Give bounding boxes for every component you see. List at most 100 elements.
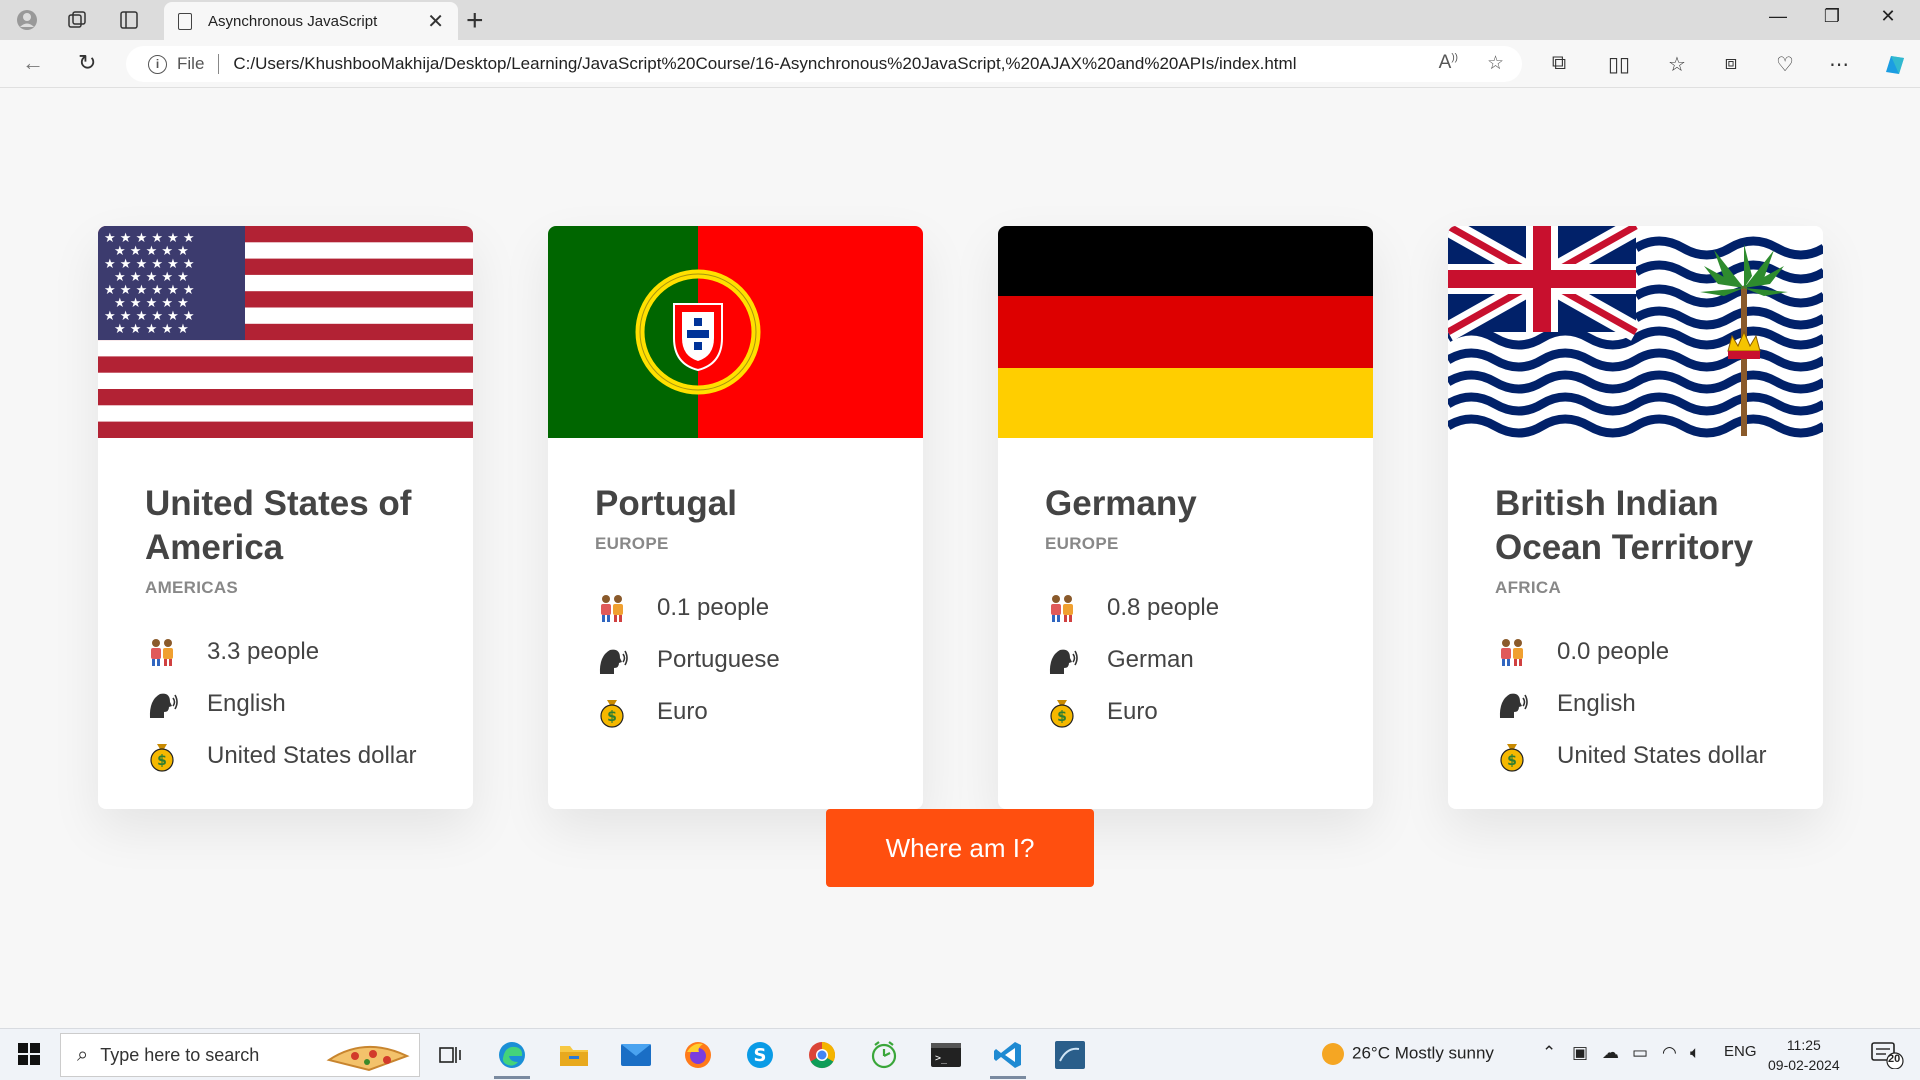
- read-aloud-icon[interactable]: A)): [1439, 52, 1458, 74]
- country-card: ★ ★ ★ ★ ★ ★ ★ ★ ★ ★ ★ ★ ★ ★ ★ ★ ★ ★ ★ ★ ★ …: [98, 226, 473, 809]
- document-icon: [178, 12, 192, 30]
- task-view-icon[interactable]: [430, 1037, 470, 1073]
- currency-row: $ United States dollar: [145, 730, 426, 782]
- currency-row: $ United States dollar: [1495, 730, 1776, 782]
- mail-icon[interactable]: [616, 1037, 656, 1073]
- currency-value: Euro: [657, 698, 708, 725]
- speaking-head-icon: [1045, 643, 1079, 677]
- svg-text:>_: >_: [935, 1053, 948, 1064]
- population-value: 3.3 people: [207, 638, 320, 665]
- currency-value: Euro: [1107, 698, 1158, 725]
- address-bar[interactable]: i File C:/Users/KhushbooMakhija/Desktop/…: [126, 46, 1522, 82]
- currency-value: United States dollar: [1557, 742, 1767, 769]
- refresh-icon[interactable]: ↻: [78, 50, 96, 76]
- country-region: AMERICAS: [145, 578, 239, 597]
- germany-flag: [998, 226, 1373, 438]
- back-icon[interactable]: ←: [22, 50, 44, 76]
- firefox-icon[interactable]: [678, 1037, 718, 1073]
- favorites-icon[interactable]: ☆: [1662, 52, 1692, 77]
- close-tab-icon[interactable]: ✕: [427, 9, 444, 34]
- weather-text: 26°C Mostly sunny: [1352, 1043, 1494, 1063]
- language-row: Portuguese: [595, 634, 876, 686]
- meet-now-icon[interactable]: ▣: [1572, 1043, 1588, 1063]
- language-value: English: [207, 690, 286, 717]
- url-divider: [218, 54, 220, 74]
- browser-tab[interactable]: Asynchronous JavaScript ✕: [164, 2, 458, 40]
- search-placeholder: Type here to search: [100, 1044, 260, 1065]
- browser-essentials-icon[interactable]: ♡: [1770, 52, 1800, 77]
- clock-time: 11:25: [1786, 1037, 1821, 1053]
- new-tab-button[interactable]: +: [466, 4, 484, 38]
- wifi-icon[interactable]: ◠: [1662, 1043, 1677, 1063]
- taskbar-search-box[interactable]: ⌕ Type here to search: [60, 1033, 420, 1077]
- country-region: EUROPE: [1045, 534, 1119, 553]
- windows-start-icon[interactable]: [18, 1043, 40, 1070]
- system-clock[interactable]: 11:25 09-02-2024: [1768, 1035, 1840, 1075]
- weather-widget[interactable]: 26°C Mostly sunny: [1322, 1043, 1494, 1065]
- country-card: British Indian Ocean Territory AFRICA 0.…: [1448, 226, 1823, 809]
- workspaces-icon[interactable]: [64, 8, 90, 32]
- svg-text:$: $: [157, 753, 167, 769]
- svg-text:$: $: [1057, 709, 1067, 725]
- population-value: 0.0 people: [1557, 638, 1670, 665]
- population-value: 0.8 people: [1107, 594, 1220, 621]
- close-window-icon[interactable]: ✕: [1868, 6, 1908, 27]
- language-row: English: [1495, 678, 1776, 730]
- file-explorer-icon[interactable]: [554, 1037, 594, 1073]
- speaking-head-icon: [595, 643, 629, 677]
- collections-icon[interactable]: ⧈: [1716, 52, 1746, 75]
- clock-app-icon[interactable]: [864, 1037, 904, 1073]
- terminal-icon[interactable]: >_: [926, 1037, 966, 1073]
- country-region: EUROPE: [595, 534, 669, 553]
- clock-date: 09-02-2024: [1768, 1057, 1840, 1073]
- skype-icon[interactable]: S: [740, 1037, 780, 1073]
- chrome-icon[interactable]: [802, 1037, 842, 1073]
- tab-actions-icon[interactable]: [116, 8, 142, 32]
- speaking-head-icon: [145, 687, 179, 721]
- country-name: Germany: [1045, 484, 1197, 523]
- svg-text:$: $: [1507, 753, 1517, 769]
- maximize-icon[interactable]: ❐: [1812, 6, 1852, 27]
- language-value: German: [1107, 646, 1194, 673]
- portugal-flag: [548, 226, 923, 438]
- search-icon: ⌕: [77, 1043, 89, 1066]
- people-icon: [595, 591, 629, 625]
- country-card: Germany EUROPE 0.8 people German $ Euro: [998, 226, 1373, 809]
- money-bag-icon: $: [1495, 739, 1529, 773]
- input-language[interactable]: ENG: [1724, 1043, 1757, 1060]
- extensions-icon[interactable]: ⧉: [1544, 52, 1574, 75]
- population-row: 3.3 people: [145, 626, 426, 678]
- population-row: 0.1 people: [595, 582, 876, 634]
- notifications-icon[interactable]: 20: [1870, 1039, 1904, 1074]
- tab-title: Asynchronous JavaScript: [208, 12, 378, 30]
- onedrive-icon[interactable]: ☁: [1602, 1043, 1619, 1063]
- edge-taskbar-icon[interactable]: [492, 1037, 532, 1079]
- split-screen-icon[interactable]: ▯▯: [1604, 52, 1634, 77]
- minimize-icon[interactable]: —: [1758, 6, 1798, 27]
- population-value: 0.1 people: [657, 594, 770, 621]
- profile-icon[interactable]: [14, 8, 40, 32]
- people-icon: [1045, 591, 1079, 625]
- people-icon: [145, 635, 179, 669]
- battery-icon[interactable]: ▭: [1632, 1043, 1648, 1063]
- countries-grid: ★ ★ ★ ★ ★ ★ ★ ★ ★ ★ ★ ★ ★ ★ ★ ★ ★ ★ ★ ★ ★ …: [98, 226, 1823, 809]
- url-text[interactable]: C:/Users/KhushbooMakhija/Desktop/Learnin…: [233, 54, 1296, 74]
- svg-text:S: S: [754, 1045, 767, 1066]
- show-hidden-icons-icon[interactable]: ⌃: [1542, 1043, 1556, 1063]
- volume-icon[interactable]: 🔈︎: [1690, 1043, 1700, 1063]
- money-bag-icon: $: [1045, 695, 1079, 729]
- country-name: United States of America: [145, 484, 412, 567]
- language-value: Portuguese: [657, 646, 780, 673]
- language-row: English: [145, 678, 426, 730]
- population-row: 0.8 people: [1045, 582, 1326, 634]
- info-icon[interactable]: i: [148, 54, 167, 74]
- weather-sun-icon: [1322, 1043, 1344, 1065]
- vscode-icon[interactable]: [988, 1037, 1028, 1079]
- money-bag-icon: $: [595, 695, 629, 729]
- speaking-head-icon: [1495, 687, 1529, 721]
- more-menu-icon[interactable]: ⋯: [1824, 52, 1854, 77]
- where-am-i-button[interactable]: Where am I?: [826, 809, 1094, 887]
- mysql-workbench-icon[interactable]: [1050, 1037, 1090, 1073]
- favorite-star-icon[interactable]: ☆: [1487, 52, 1504, 75]
- copilot-icon[interactable]: [1880, 52, 1910, 84]
